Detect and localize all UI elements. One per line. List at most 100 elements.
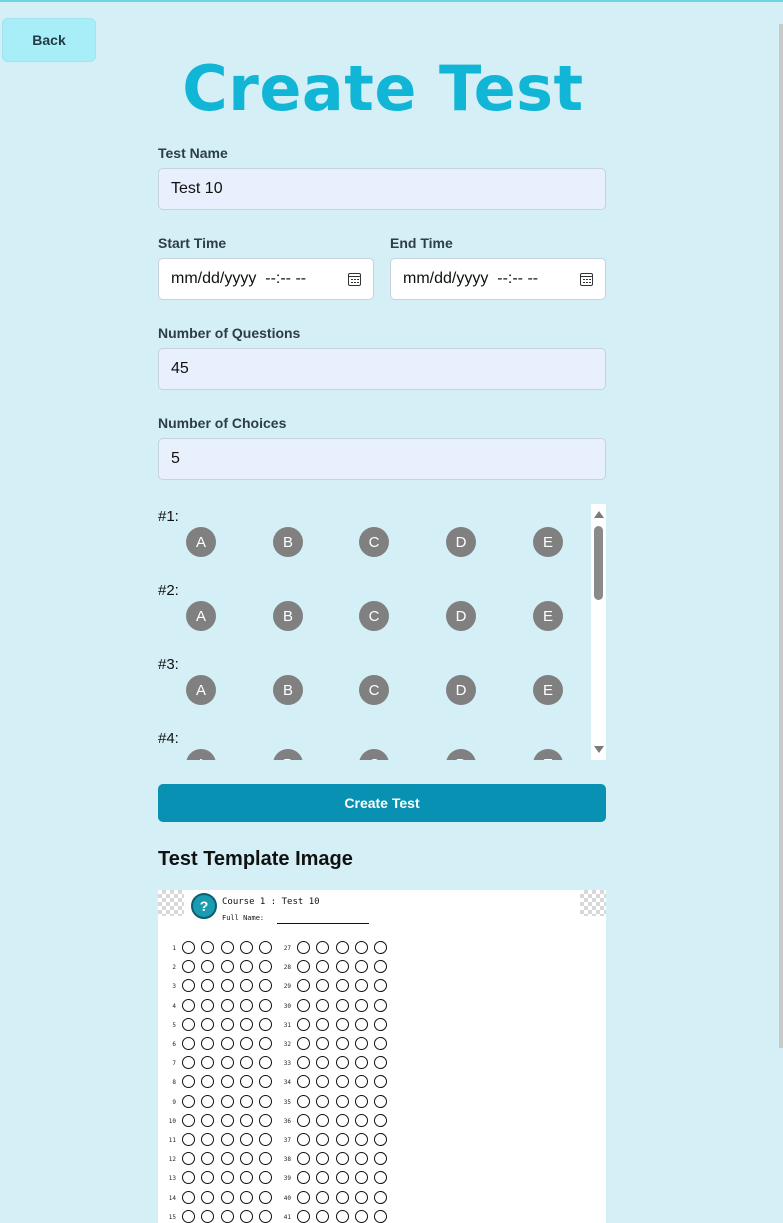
question-number: #3: bbox=[158, 656, 179, 673]
template-bubble bbox=[297, 998, 310, 1012]
create-test-button[interactable]: Create Test bbox=[158, 784, 606, 822]
choice-option[interactable]: B bbox=[273, 527, 303, 557]
template-row-number: 37 bbox=[283, 1137, 291, 1144]
template-bubble bbox=[297, 941, 310, 954]
calendar-icon[interactable] bbox=[348, 272, 361, 286]
template-bubble bbox=[374, 1017, 388, 1031]
template-full-name-label: Full Name: bbox=[222, 914, 265, 922]
template-bubble bbox=[374, 941, 388, 954]
choice-option[interactable]: C bbox=[359, 749, 389, 760]
num-questions-label: Number of Questions bbox=[158, 325, 301, 341]
template-bubble bbox=[316, 1056, 330, 1070]
choice-option[interactable]: C bbox=[359, 601, 389, 631]
template-bubble bbox=[354, 979, 368, 993]
choice-option[interactable]: B bbox=[273, 749, 303, 760]
create-test-form: Test Name Test 10 Start Time mm/dd/yyyy … bbox=[158, 144, 606, 504]
choice-option[interactable]: B bbox=[273, 675, 303, 705]
template-bubble bbox=[297, 1152, 310, 1166]
choice-option[interactable]: A bbox=[186, 749, 216, 760]
logo-icon: ? bbox=[191, 893, 217, 919]
scroll-down-arrow-icon[interactable] bbox=[594, 746, 604, 753]
calendar-icon[interactable] bbox=[580, 272, 593, 286]
template-bubble bbox=[297, 1171, 310, 1185]
num-choices-input[interactable]: 5 bbox=[158, 438, 606, 480]
choice-option[interactable]: E bbox=[533, 601, 563, 631]
template-bubble bbox=[374, 1171, 388, 1185]
template-bubble bbox=[354, 1190, 368, 1204]
test-name-group: Test Name Test 10 bbox=[158, 144, 606, 234]
template-bubble bbox=[316, 998, 330, 1012]
template-row: 27 bbox=[158, 939, 606, 958]
scroll-thumb[interactable] bbox=[594, 526, 603, 600]
choice-option[interactable]: D bbox=[446, 675, 476, 705]
question-number: #2: bbox=[158, 582, 179, 599]
template-bubble bbox=[374, 1037, 388, 1050]
template-bubble bbox=[335, 941, 349, 954]
start-time-value: mm/dd/yyyy --:-- -- bbox=[171, 270, 307, 287]
test-name-input[interactable]: Test 10 bbox=[158, 168, 606, 210]
template-bubble bbox=[316, 1190, 330, 1204]
page-scrollbar[interactable] bbox=[779, 24, 783, 1048]
answer-key-list[interactable]: #1: A B C D E #2: A B C D E #3: A B C D E #4: A B C D E bbox=[158, 504, 606, 760]
num-choices-label: Number of Choices bbox=[158, 415, 287, 431]
choice-option[interactable]: E bbox=[533, 527, 563, 557]
template-bubble bbox=[335, 1190, 349, 1204]
template-bubble bbox=[316, 1133, 330, 1146]
template-bubble bbox=[335, 1171, 349, 1185]
template-row: 30 bbox=[158, 997, 606, 1016]
template-bubble bbox=[354, 1113, 368, 1127]
start-time-input[interactable]: mm/dd/yyyy --:-- -- bbox=[158, 258, 374, 300]
template-bubble bbox=[374, 1094, 388, 1108]
choice-option[interactable]: C bbox=[359, 675, 389, 705]
template-bubble bbox=[354, 998, 368, 1012]
question-number: #4: bbox=[158, 730, 179, 747]
template-bubble bbox=[374, 998, 388, 1012]
template-row-number: 41 bbox=[283, 1213, 291, 1221]
template-bubble bbox=[374, 1190, 388, 1204]
choice-option[interactable]: A bbox=[186, 527, 216, 557]
template-bubble bbox=[354, 1037, 368, 1050]
template-bubble bbox=[297, 1056, 310, 1070]
choice-option[interactable]: B bbox=[273, 601, 303, 631]
template-bubble bbox=[297, 960, 310, 974]
template-bubble bbox=[335, 1017, 349, 1031]
choice-option[interactable]: D bbox=[446, 527, 476, 557]
end-time-label: End Time bbox=[390, 235, 453, 251]
template-bubble bbox=[316, 960, 330, 974]
template-bubble bbox=[354, 1171, 368, 1185]
choice-option[interactable]: E bbox=[533, 749, 563, 760]
template-row-number: 33 bbox=[283, 1060, 291, 1068]
template-row: 40 bbox=[158, 1189, 606, 1208]
template-row-number: 30 bbox=[283, 1002, 291, 1010]
choice-option[interactable]: A bbox=[186, 601, 216, 631]
scroll-up-arrow-icon[interactable] bbox=[594, 511, 604, 518]
template-bubble bbox=[316, 1171, 330, 1185]
choice-option[interactable]: C bbox=[359, 527, 389, 557]
choice-option[interactable]: D bbox=[446, 601, 476, 631]
choice-option[interactable]: D bbox=[446, 749, 476, 760]
template-row-number: 32 bbox=[283, 1041, 291, 1048]
template-bubble bbox=[316, 1094, 330, 1108]
answer-key-scrollbar[interactable] bbox=[591, 504, 606, 760]
template-bubble bbox=[335, 1075, 349, 1089]
template-row-number: 27 bbox=[283, 945, 291, 952]
template-row: 35 bbox=[158, 1093, 606, 1112]
choice-option[interactable]: E bbox=[533, 675, 563, 705]
end-time-input[interactable]: mm/dd/yyyy --:-- -- bbox=[390, 258, 606, 300]
template-name-line bbox=[277, 923, 369, 924]
template-bubble bbox=[374, 1075, 388, 1089]
choice-option[interactable]: A bbox=[186, 675, 216, 705]
template-bubble bbox=[316, 1152, 330, 1166]
template-row-number: 29 bbox=[283, 983, 291, 991]
start-time-group: Start Time mm/dd/yyyy --:-- -- bbox=[158, 234, 374, 324]
page-title: Create Test bbox=[182, 52, 584, 125]
num-questions-input[interactable]: 45 bbox=[158, 348, 606, 390]
template-row: 31 bbox=[158, 1016, 606, 1035]
template-bubble bbox=[335, 1037, 349, 1050]
template-row-number: 39 bbox=[283, 1175, 291, 1183]
template-row-number: 40 bbox=[283, 1194, 291, 1202]
template-row-number: 28 bbox=[283, 964, 291, 972]
template-row: 39 bbox=[158, 1169, 606, 1188]
template-row-number: 31 bbox=[283, 1021, 291, 1029]
time-row: Start Time mm/dd/yyyy --:-- -- End Time … bbox=[158, 234, 606, 324]
